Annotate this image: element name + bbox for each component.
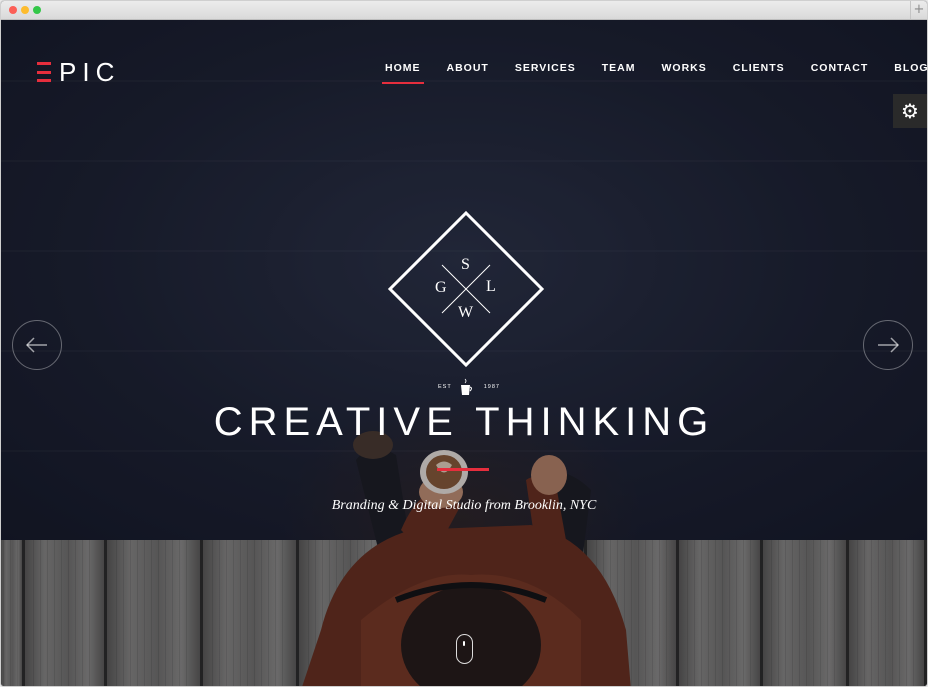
nav-item-clients[interactable]: CLIENTS [733,60,785,86]
gear-icon: ⚙ [901,99,919,123]
established-year: 1987 [483,384,500,390]
emblem-letter-bottom: W [458,304,474,321]
nav-item-team[interactable]: TEAM [602,60,636,86]
nav-item-about[interactable]: ABOUT [447,60,489,86]
headline-underline [437,468,489,471]
est-label: EST [438,384,452,390]
settings-button[interactable]: ⚙ [893,94,927,128]
arrow-right-icon [878,337,900,353]
coffee-cup-icon [461,378,472,395]
hero-headline: CREATIVE THINKING [213,400,715,444]
maximize-window-button[interactable] [33,6,41,14]
logo-e-mark [37,62,51,82]
emblem-letter-right: L [486,278,496,295]
new-tab-button[interactable]: + [910,1,927,19]
window-titlebar: + [1,1,927,20]
logo-text: PIC [59,57,121,87]
arrow-left-icon [25,337,47,353]
main-navigation: HOME ABOUT SERVICES TEAM WORKS CLIENTS C… [382,60,927,86]
nav-item-blog[interactable]: BLOG [894,60,927,86]
emblem-letter-top: S [461,256,470,273]
nav-item-services[interactable]: SERVICES [515,60,576,86]
site-logo[interactable]: PIC [37,57,120,88]
emblem-letter-left: G [435,279,447,296]
hero-section: PIC HOME ABOUT SERVICES TEAM WORKS CLIEN… [1,20,927,686]
nav-item-works[interactable]: WORKS [662,60,707,86]
diamond-emblem-icon [387,210,545,368]
close-window-button[interactable] [9,6,17,14]
studio-emblem: S G L W [387,210,545,368]
slider-prev-button[interactable] [12,320,62,370]
minimize-window-button[interactable] [21,6,29,14]
established-badge: EST 1987 [431,378,501,398]
mouse-scroll-icon[interactable] [456,634,473,664]
hero-tagline: Branding & Digital Studio from Brooklin,… [331,498,597,513]
nav-item-contact[interactable]: CONTACT [811,60,869,86]
slider-next-button[interactable] [863,320,913,370]
nav-item-home[interactable]: HOME [382,60,423,86]
browser-window: + PIC HOME ABOUT SERVICES TEAM WORKS CLI… [0,0,928,687]
